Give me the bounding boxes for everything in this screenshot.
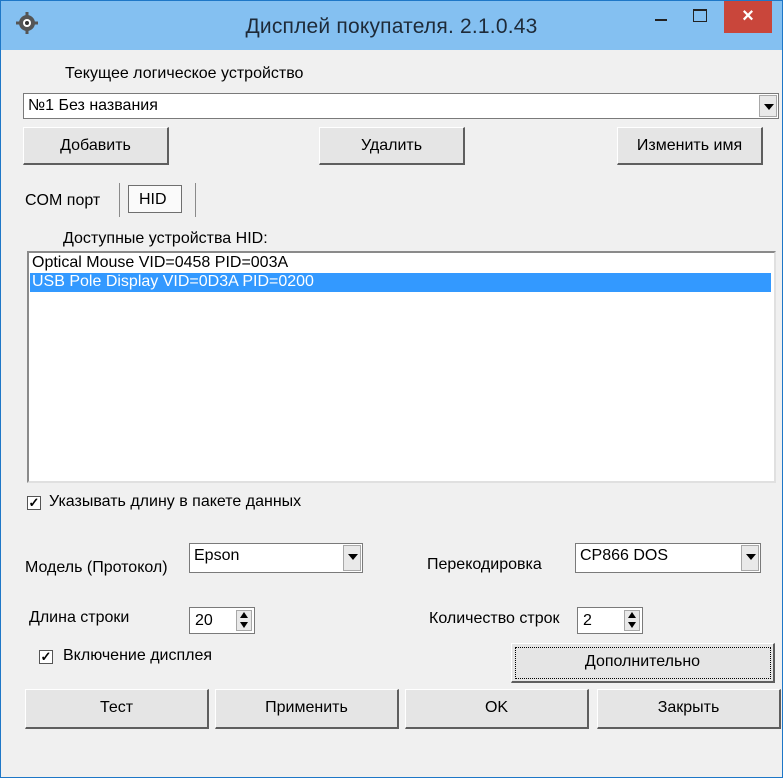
line-count-label: Количество строк xyxy=(429,610,560,627)
close-window-button[interactable]: × xyxy=(724,1,772,33)
stepper-arrows-icon[interactable] xyxy=(624,610,640,631)
dialog-content: Текущее логическое устройство №1 Без наз… xyxy=(9,50,781,771)
line-length-label: Длина строки xyxy=(29,609,130,626)
tab-hid[interactable]: HID xyxy=(128,185,182,213)
close-button[interactable]: Закрыть xyxy=(597,689,781,729)
chevron-down-icon[interactable] xyxy=(343,545,361,571)
add-device-button[interactable]: Добавить xyxy=(23,127,169,165)
line-count-stepper[interactable]: 2 xyxy=(577,607,643,634)
logical-device-label: Текущее логическое устройство xyxy=(65,65,304,82)
line-count-value: 2 xyxy=(583,612,592,629)
maximize-button[interactable] xyxy=(681,1,719,33)
tab-divider xyxy=(119,183,120,217)
hid-device-list[interactable]: Optical Mouse VID=0458 PID=003A USB Pole… xyxy=(27,251,776,483)
tab-divider xyxy=(195,183,196,217)
stepper-arrows-icon[interactable] xyxy=(236,610,252,631)
chevron-down-icon[interactable] xyxy=(741,545,759,571)
length-in-packet-label: Указывать длину в пакете данных xyxy=(49,493,302,510)
encoding-value: CP866 DOS xyxy=(580,547,669,564)
hid-device-item-selected[interactable]: USB Pole Display VID=0D3A PID=0200 xyxy=(30,273,771,292)
hid-device-item[interactable]: Optical Mouse VID=0458 PID=003A xyxy=(30,254,288,273)
logical-device-value: №1 Без названия xyxy=(28,97,158,114)
display-on-checkbox[interactable]: ✓ xyxy=(39,650,53,664)
test-button[interactable]: Тест xyxy=(25,689,209,729)
model-value: Epson xyxy=(194,547,240,564)
length-in-packet-checkbox[interactable]: ✓ xyxy=(27,496,41,510)
advanced-button[interactable]: Дополнительно xyxy=(511,643,775,683)
chevron-down-icon[interactable] xyxy=(759,95,777,117)
minimize-button[interactable] xyxy=(641,1,679,33)
display-on-label: Включение дисплея xyxy=(63,647,213,664)
hid-list-label: Доступные устройства HID: xyxy=(63,230,268,247)
dialog-window: Дисплей покупателя. 2.1.0.43 × Текущее л… xyxy=(0,0,783,778)
logical-device-select[interactable]: №1 Без названия xyxy=(23,93,779,119)
ok-button[interactable]: OK xyxy=(405,689,589,729)
apply-button[interactable]: Применить xyxy=(215,689,399,729)
rename-device-button[interactable]: Изменить имя xyxy=(617,127,763,165)
encoding-select[interactable]: CP866 DOS xyxy=(575,543,761,573)
title-bar[interactable]: Дисплей покупателя. 2.1.0.43 × xyxy=(1,1,782,50)
line-length-stepper[interactable]: 20 xyxy=(189,607,255,634)
model-label: Модель (Протокол) xyxy=(25,559,168,576)
delete-device-button[interactable]: Удалить xyxy=(319,127,465,165)
model-select[interactable]: Epson xyxy=(189,543,363,573)
tab-com-port[interactable]: COM порт xyxy=(25,192,100,210)
line-length-value: 20 xyxy=(195,612,213,629)
encoding-label: Перекодировка xyxy=(427,556,542,573)
